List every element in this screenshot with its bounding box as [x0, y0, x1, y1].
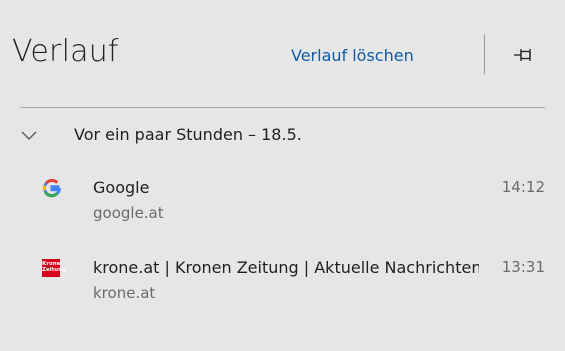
panel-header: Verlauf Verlauf löschen	[0, 0, 565, 108]
pin-icon[interactable]	[512, 44, 538, 66]
google-favicon-icon	[42, 178, 62, 198]
history-group-label: Vor ein paar Stunden – 18.5.	[74, 125, 302, 144]
history-entry[interactable]: Krone Zeitung krone.at | Kronen Zeitung |…	[0, 252, 565, 310]
history-group-header[interactable]: Vor ein paar Stunden – 18.5.	[0, 120, 565, 154]
krone-favicon-icon: Krone Zeitung	[42, 259, 66, 277]
entry-domain: krone.at	[93, 284, 156, 302]
entry-time: 13:31	[501, 258, 545, 276]
entry-domain: google.at	[93, 204, 164, 222]
entry-title: krone.at | Kronen Zeitung | Aktuelle Nac…	[93, 258, 479, 277]
entry-title: Google	[93, 178, 150, 197]
clear-history-link[interactable]: Verlauf löschen	[291, 46, 414, 65]
chevron-down-icon[interactable]	[20, 126, 38, 140]
history-entry[interactable]: Google google.at 14:12	[0, 172, 565, 230]
panel-title: Verlauf	[12, 34, 119, 69]
header-divider	[484, 34, 485, 74]
header-separator	[20, 107, 545, 108]
entry-time: 14:12	[501, 178, 545, 196]
history-panel: Verlauf Verlauf löschen Vor ein paar Stu…	[0, 0, 565, 351]
